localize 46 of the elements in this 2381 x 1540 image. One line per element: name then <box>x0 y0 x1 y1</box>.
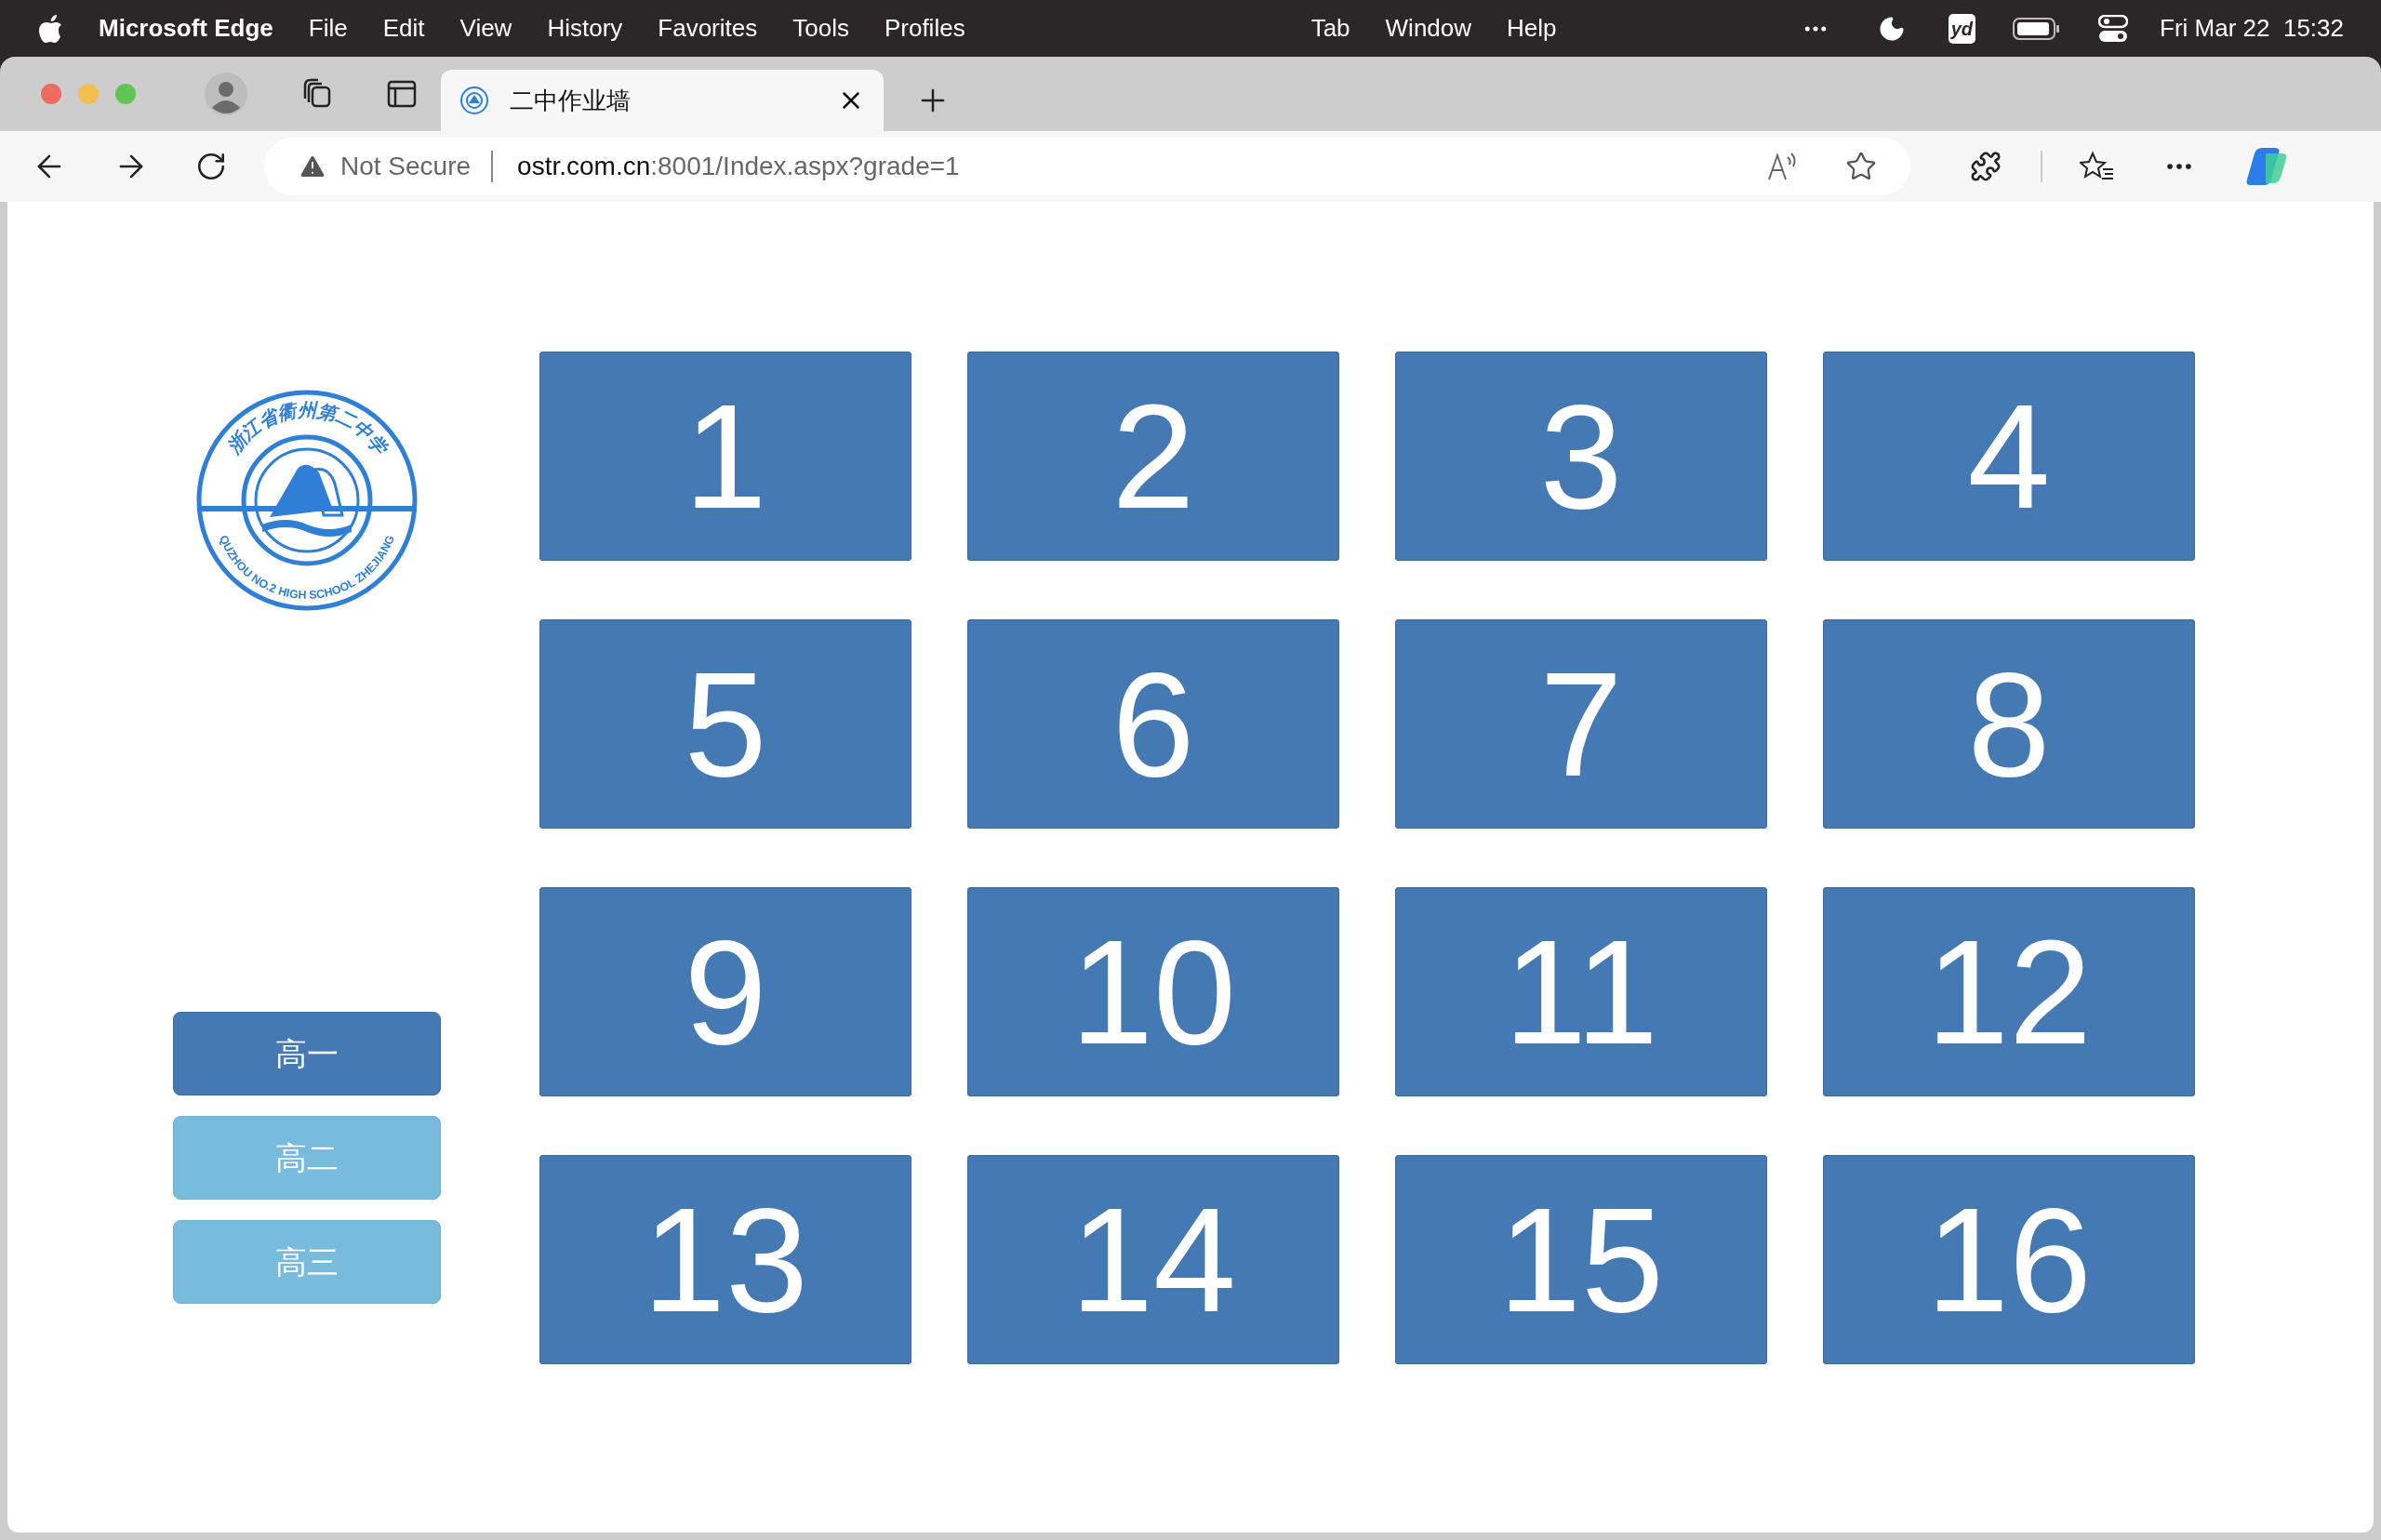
class-tile[interactable]: 6 <box>967 619 1339 829</box>
class-tile[interactable]: 11 <box>1395 887 1767 1096</box>
apple-logo-icon[interactable] <box>37 13 63 44</box>
menu-item[interactable]: File <box>308 10 348 46</box>
menu-item[interactable]: View <box>459 10 512 46</box>
class-tile[interactable]: 14 <box>967 1155 1339 1364</box>
refresh-icon[interactable] <box>195 151 227 182</box>
menu-item[interactable]: Help <box>1507 10 1557 46</box>
menu-clock[interactable]: Fri Mar 22 15:32 <box>2160 10 2344 46</box>
favorite-star-icon[interactable] <box>1845 151 1877 182</box>
class-tile[interactable]: 12 <box>1823 887 2195 1096</box>
profile-avatar-icon[interactable] <box>205 73 247 115</box>
menu-item[interactable]: Tab <box>1310 10 1350 46</box>
class-tile[interactable]: 1 <box>539 352 911 561</box>
class-tile[interactable]: 3 <box>1395 352 1767 561</box>
class-tile[interactable]: 8 <box>1823 619 2195 829</box>
control-center-icon[interactable] <box>2098 14 2128 43</box>
menu-item[interactable]: Tools <box>792 10 849 46</box>
menu-item[interactable]: Favorites <box>658 10 758 46</box>
menu-item[interactable]: Profiles <box>884 10 965 46</box>
class-tile[interactable]: 15 <box>1395 1155 1767 1364</box>
site-favicon-icon <box>459 86 489 115</box>
url-text[interactable]: ostr.com.cn:8001/Index.aspx?grade=1 <box>517 147 960 186</box>
collections-icon[interactable] <box>301 78 333 110</box>
app-status-icon[interactable]: yd <box>1948 13 1975 44</box>
menu-item[interactable]: Edit <box>382 10 425 46</box>
grade-button[interactable]: 高一 <box>173 1012 441 1095</box>
class-tile[interactable]: 5 <box>539 619 911 829</box>
sidebar-tab-icon[interactable] <box>387 80 417 108</box>
class-tile[interactable]: 2 <box>967 352 1339 561</box>
menu-item[interactable]: Window <box>1385 10 1472 46</box>
favorites-list-icon[interactable] <box>2080 151 2115 182</box>
menu-item[interactable]: History <box>547 10 623 46</box>
battery-icon[interactable] <box>2013 16 2061 41</box>
class-tile[interactable]: 7 <box>1395 619 1767 829</box>
class-tile[interactable]: 16 <box>1823 1155 2195 1364</box>
class-tile[interactable]: 4 <box>1823 352 2195 561</box>
address-bar[interactable]: Not Secure ostr.com.cn:8001/Index.aspx?grade=1 <box>264 138 1910 195</box>
browser-tab[interactable]: 二中作业墙 <box>441 70 884 131</box>
extensions-icon[interactable] <box>1970 151 2002 182</box>
class-tile[interactable]: 13 <box>539 1155 911 1364</box>
tab-title: 二中作业墙 <box>510 85 631 116</box>
security-label[interactable]: Not Secure <box>340 147 472 186</box>
app-name[interactable]: Microsoft Edge <box>99 10 273 46</box>
class-tile[interactable]: 10 <box>967 887 1339 1096</box>
class-tile[interactable]: 9 <box>539 887 911 1096</box>
